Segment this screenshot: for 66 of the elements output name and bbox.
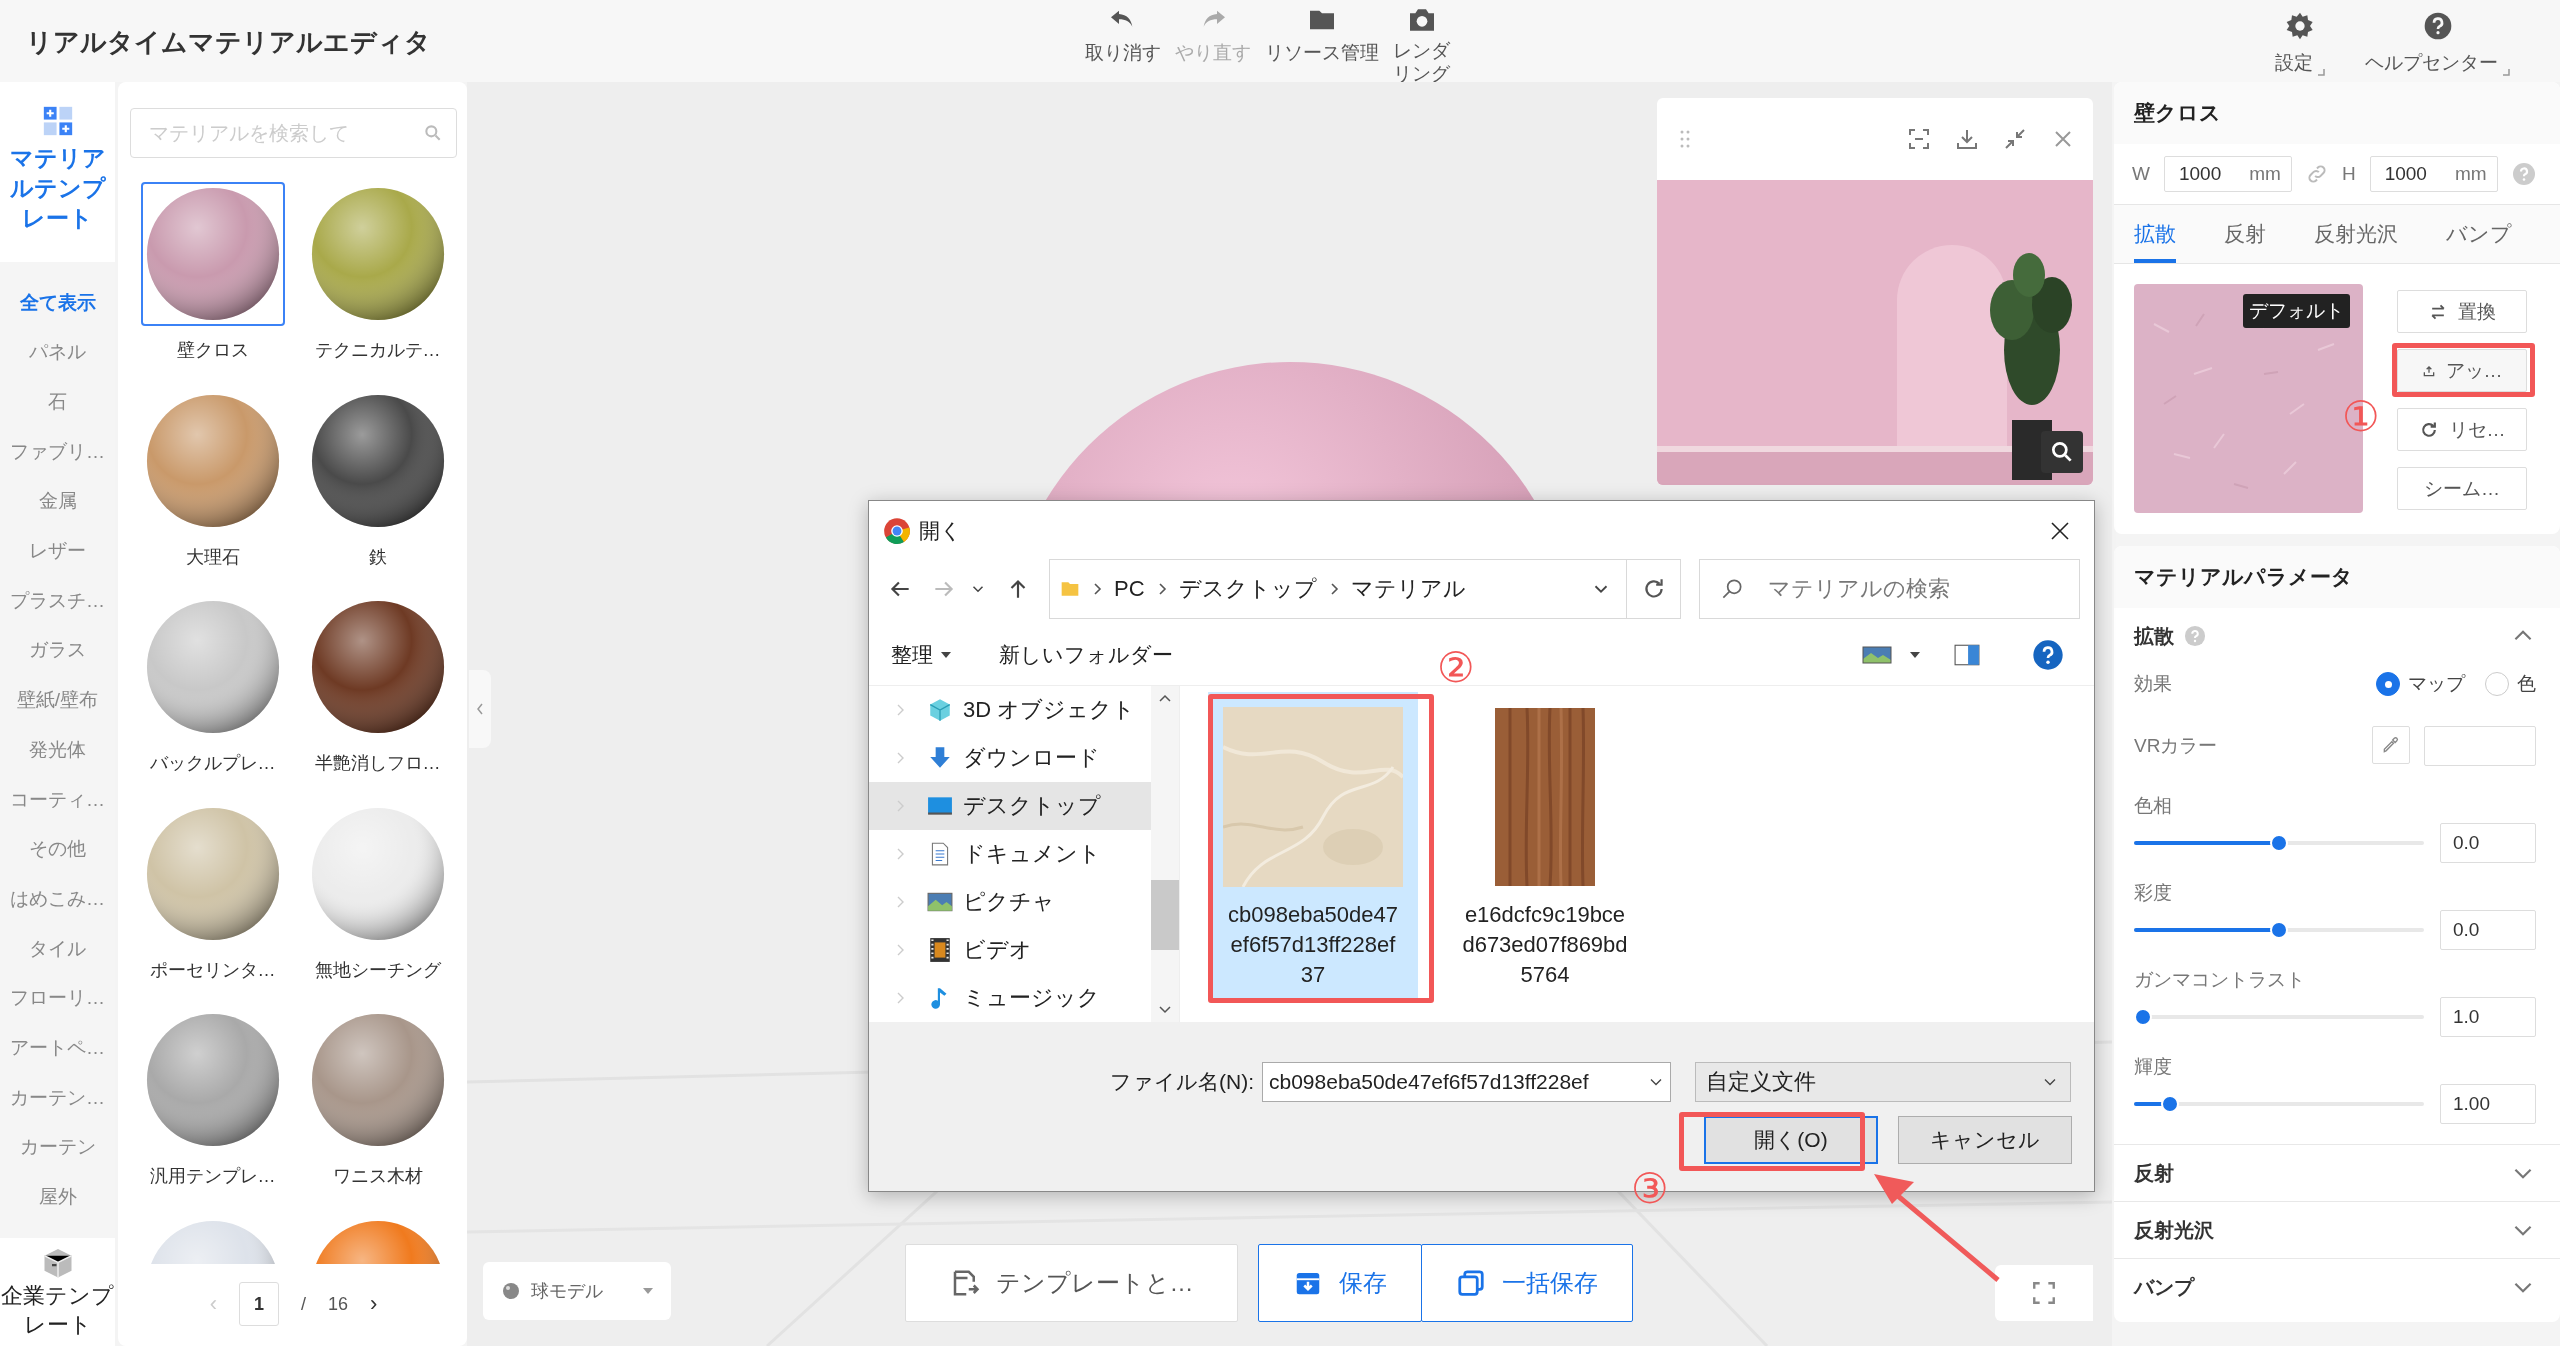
toolbar-button[interactable]: リソース管理 <box>1264 4 1379 66</box>
upload-icon <box>2421 363 2436 378</box>
slider-thumb[interactable] <box>2270 834 2288 852</box>
width-label: W <box>2132 163 2150 185</box>
slider-label: ガンマコントラスト <box>2134 968 2306 992</box>
slider-thumb[interactable] <box>2161 1095 2180 1113</box>
material-name: バックルプレ… <box>149 752 276 775</box>
map-tab[interactable]: 反射光沢 <box>2314 205 2398 263</box>
slider-thumb[interactable] <box>2270 921 2288 939</box>
material-name: 鉄 <box>368 545 387 569</box>
material-name: テクニカルテ… <box>314 339 441 362</box>
value-field[interactable]: 0.0 <box>2440 823 2536 863</box>
vr-color-label: VRカラー <box>2134 734 2218 758</box>
eyedropper-button[interactable] <box>2372 726 2410 764</box>
value-field[interactable]: 1.0 <box>2440 997 2536 1037</box>
header-link[interactable]: ヘルプセンター <box>2365 9 2510 76</box>
header-link[interactable]: 設定 <box>2275 9 2325 76</box>
search-icon <box>423 123 443 143</box>
width-field[interactable]: 1000 mm <box>2163 156 2292 192</box>
eyedropper-icon <box>2381 735 2401 755</box>
material-thumbnail[interactable] <box>140 182 285 326</box>
material-name: 大理石 <box>185 545 240 569</box>
slider-label: 輝度 <box>2134 1055 2173 1079</box>
parameters-title: マテリアルパラメータ <box>2114 546 2560 608</box>
nav-tab[interactable]: マテリアルテンプレート <box>0 82 115 262</box>
value-field[interactable]: 1.00 <box>2440 1084 2536 1124</box>
material-name: 無地シーチング <box>314 958 441 982</box>
material-name: 半艶消しフロ… <box>314 752 441 775</box>
page-total: 16 <box>328 1293 348 1315</box>
corner-icon <box>2317 67 2325 76</box>
texture-action-button[interactable]: アッ… <box>2397 349 2527 392</box>
radio-option[interactable]: 色 <box>2485 671 2536 697</box>
map-tab[interactable]: 拡散 <box>2134 205 2176 263</box>
next-page-button[interactable]: › <box>370 1291 378 1317</box>
map-tab[interactable]: 反射 <box>2224 205 2266 263</box>
nav-tab[interactable]: 企業テンプレート <box>0 1238 115 1346</box>
texture-action-button[interactable]: リセ… <box>2397 408 2527 451</box>
slider-label: 彩度 <box>2134 881 2173 905</box>
material-name: 壁クロス <box>176 339 249 362</box>
material-name: ポーセリンタ… <box>149 958 276 982</box>
page-separator: / <box>300 1293 306 1315</box>
texture-action-button[interactable]: 置換 <box>2397 290 2527 333</box>
texture-action-button[interactable]: シーム… <box>2397 467 2527 510</box>
app-title: リアルタイムマテリアルエディタ <box>26 26 432 60</box>
default-badge: デフォルト <box>2243 294 2350 328</box>
section-header[interactable]: バンプ <box>2114 1258 2560 1315</box>
map-tab[interactable]: バンプ <box>2446 205 2512 263</box>
effect-label: 効果 <box>2134 672 2172 696</box>
height-label: H <box>2341 163 2356 185</box>
corner-icon <box>2502 67 2510 76</box>
category-item[interactable]: 全て表示 <box>19 277 96 328</box>
radio-option[interactable]: マップ <box>2376 671 2465 697</box>
slider-thumb[interactable] <box>2134 1008 2152 1026</box>
material-title: 壁クロス <box>2114 82 2560 144</box>
material-name: 汎用テンプレ… <box>149 1165 276 1188</box>
toolbar-button[interactable]: 取り消す <box>1084 4 1161 66</box>
slider-label: 色相 <box>2134 794 2173 818</box>
section-header[interactable]: 拡散 <box>2114 608 2560 664</box>
help-icon <box>2184 625 2206 647</box>
color-field[interactable] <box>2424 726 2536 766</box>
height-field[interactable]: 1000 mm <box>2369 156 2498 192</box>
value-field[interactable]: 0.0 <box>2440 910 2536 950</box>
section-header[interactable]: 反射光沢 <box>2114 1201 2560 1258</box>
page-field[interactable]: 1 <box>238 1282 279 1326</box>
section-header[interactable]: 反射 <box>2114 1144 2560 1201</box>
material-name: ワニス木材 <box>332 1165 423 1188</box>
